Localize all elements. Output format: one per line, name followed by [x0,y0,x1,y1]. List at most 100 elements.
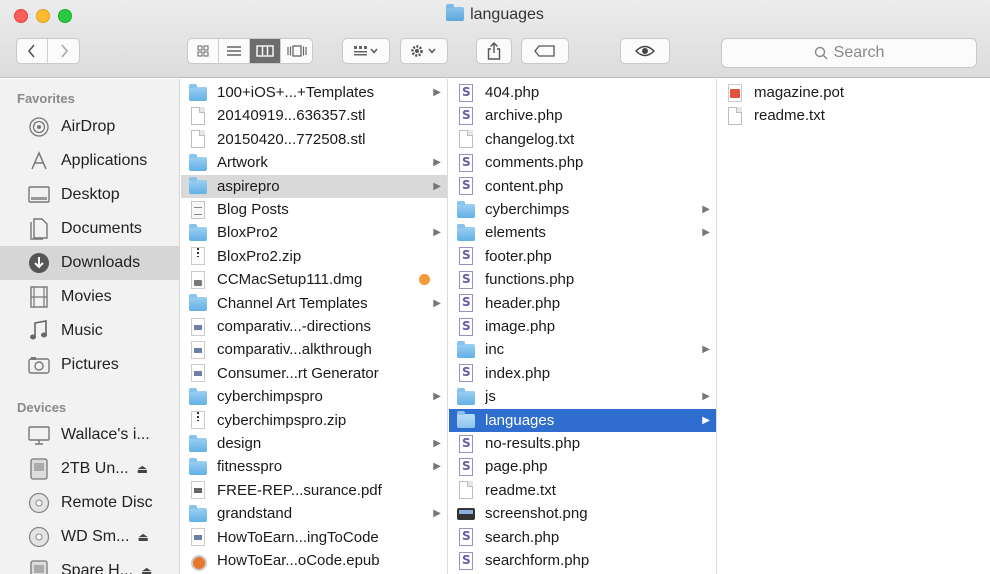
item-name: comparativ...-directions [217,318,371,335]
doc-icon [459,481,473,500]
sidebar-item-music[interactable]: Music [0,314,180,348]
file-row[interactable]: functions.php [449,268,716,291]
item-name: magazine.pot [754,84,845,101]
search-field[interactable]: Search [721,38,977,68]
action-button[interactable] [400,38,448,64]
folder-row[interactable]: Channel Art Templates ▶ [181,292,447,315]
icon-view-button[interactable] [188,39,219,63]
folder-icon [189,294,207,312]
file-row[interactable]: HowToEarn...ingToCode [181,526,447,549]
eject-icon[interactable]: ⏏ [137,462,148,476]
folder-row[interactable]: languages ▶ [449,408,716,432]
column-view-icon [256,45,274,57]
sidebar-item-wd-drive[interactable]: WD Sm... ⏏ [0,520,180,554]
file-row[interactable]: CCMacSetup111.dmg [181,268,447,291]
file-row[interactable]: readme.txt [449,479,716,502]
quick-look-button[interactable] [620,38,670,64]
file-row[interactable]: Blog Posts [181,198,447,221]
file-row[interactable]: Consumer...rt Generator [181,362,447,385]
movies-icon [26,285,52,309]
file-row[interactable]: readme.txt [718,104,990,127]
file-row[interactable]: screenshot.png [449,502,716,525]
sidebar-item-2tb-drive[interactable]: 2TB Un... ⏏ [0,452,180,486]
sidebar-item-movies[interactable]: Movies [0,280,180,314]
folder-row[interactable]: design ▶ [181,432,447,455]
icon-view-icon [197,45,209,57]
file-row[interactable]: header.php [449,292,716,315]
file-row[interactable]: footer.php [449,245,716,268]
item-name: HowToEarn...ingToCode [217,528,379,546]
folder-row[interactable]: cyberchimps ▶ [449,198,716,221]
sidebar-item-label: Downloads [61,254,141,271]
sidebar-item-label: Movies [61,288,112,305]
file-row[interactable]: 20150420...772508.stl [181,128,447,151]
file-row[interactable]: BloxPro2.zip [181,245,447,268]
sidebar-item-label: AirDrop [61,118,116,135]
sidebar-item-remote-disc[interactable]: Remote Disc [0,486,180,520]
folder-row[interactable]: BloxPro2 ▶ [181,221,447,244]
sidebar-item-documents[interactable]: Documents [0,212,180,246]
arrange-button[interactable] [342,38,390,64]
folder-row[interactable]: Artwork ▶ [181,151,447,174]
sidebar-item-desktop[interactable]: Desktop [0,178,180,212]
file-row[interactable]: 20140919...636357.stl [181,104,447,127]
eject-icon[interactable]: ⏏ [137,530,148,544]
folder-row[interactable]: inc ▶ [449,338,716,361]
file-row[interactable]: index.php [449,362,716,385]
folder-row[interactable]: aspirepro ▶ [181,174,447,198]
file-row[interactable]: image.php [449,315,716,338]
sidebar-item-label: Documents [61,220,142,237]
back-button[interactable] [17,39,48,63]
folder-row[interactable]: js ▶ [449,385,716,408]
folder-icon [189,223,207,241]
folder-icon [457,200,475,218]
doc-icon [728,106,742,125]
page-icon [191,340,205,359]
epub-icon [191,553,207,571]
file-row[interactable]: archive.php [449,104,716,127]
sidebar-item-applications[interactable]: Applications [0,144,180,178]
sidebar-item-pictures[interactable]: Pictures [0,348,180,382]
folder-row[interactable]: cyberchimpspro ▶ [181,385,447,408]
desktop-icon [26,183,52,207]
sidebar-item-airdrop[interactable]: AirDrop [0,110,180,144]
file-row[interactable]: content.php [449,175,716,198]
tags-button[interactable] [521,38,569,64]
forward-button[interactable] [48,39,79,63]
file-row[interactable]: page.php [449,455,716,478]
file-row[interactable]: comparativ...alkthrough [181,338,447,361]
disclosure-arrow-icon: ▶ [433,157,441,169]
cover-flow-view-button[interactable] [281,39,312,63]
file-row[interactable]: no-results.php [449,432,716,455]
text-icon [191,200,205,219]
sidebar-item-label: 2TB Un... [61,460,129,477]
sidebar-item-downloads[interactable]: Downloads [0,246,180,280]
folder-row[interactable]: grandstand ▶ [181,502,447,525]
folder-icon [189,434,207,452]
file-row[interactable]: HowToEar...oCode.epub [181,549,447,572]
file-row[interactable]: FREE-REP...surance.pdf [181,479,447,502]
eject-icon[interactable]: ⏏ [141,564,152,574]
disclosure-arrow-icon: ▶ [702,414,710,426]
file-row[interactable]: 404.php [449,81,716,104]
item-name: BloxPro2 [217,224,278,242]
file-row[interactable]: comments.php [449,151,716,174]
file-row[interactable]: magazine.pot [718,81,990,104]
php-icon [459,177,473,196]
file-row[interactable]: searchform.php [449,549,716,572]
sidebar-item-computer[interactable]: Wallace's i... [0,418,180,452]
item-name: 100+iOS+...+Templates [217,84,375,101]
list-view-button[interactable] [219,39,250,63]
item-name: screenshot.png [485,505,588,523]
column-view-button[interactable] [250,39,281,63]
file-row[interactable]: cyberchimpspro.zip [181,409,447,432]
file-row[interactable]: changelog.txt [449,128,716,151]
file-row[interactable]: comparativ...-directions [181,315,447,338]
folder-row[interactable]: elements ▶ [449,221,716,244]
sidebar-item-spare-drive[interactable]: Spare H... ⏏ [0,554,180,574]
share-button[interactable] [476,38,512,64]
file-row[interactable]: search.php [449,526,716,549]
folder-row[interactable]: 100+iOS+...+Templates ▶ [181,81,447,104]
folder-row[interactable]: fitnesspro ▶ [181,455,447,478]
item-name: changelog.txt [485,130,575,148]
